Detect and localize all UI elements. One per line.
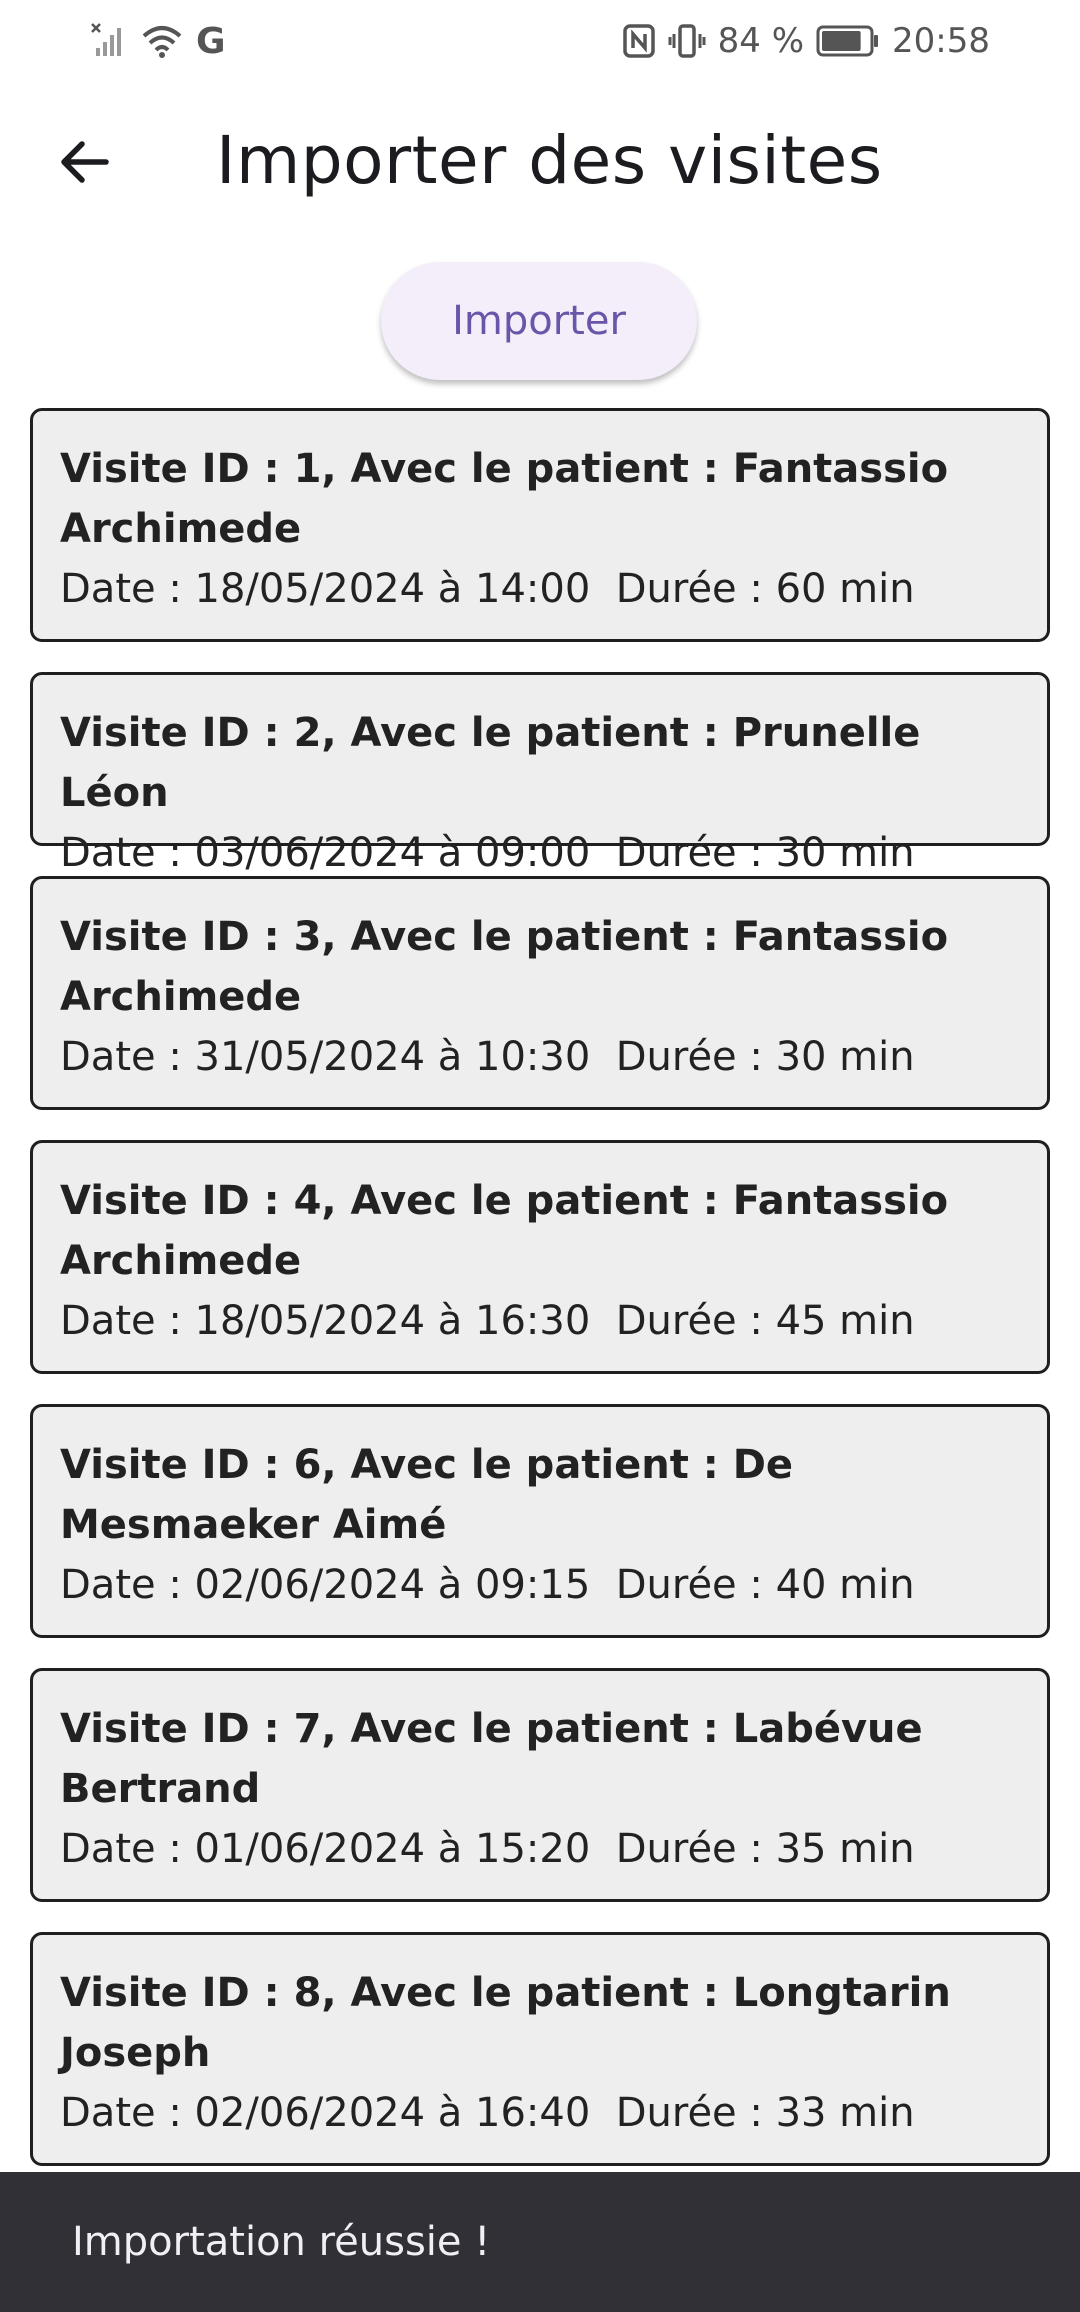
visit-card[interactable]: Visite ID : 1, Avec le patient : Fantass… bbox=[30, 408, 1050, 642]
visit-duration: Durée : 30 min bbox=[615, 830, 915, 876]
vibrate-icon bbox=[668, 22, 706, 60]
battery-percent: 84 % bbox=[717, 21, 805, 61]
back-button[interactable] bbox=[40, 120, 128, 208]
visit-date: Date : 31/05/2024 à 10:30 bbox=[60, 1034, 591, 1080]
visit-title: Visite ID : 3, Avec le patient : Fantass… bbox=[60, 914, 949, 1020]
page-title: Importer des visites bbox=[216, 122, 883, 199]
import-button[interactable]: Importer bbox=[381, 262, 697, 380]
visit-title: Visite ID : 4, Avec le patient : Fantass… bbox=[60, 1178, 949, 1284]
visit-date: Date : 01/06/2024 à 15:20 bbox=[60, 1826, 591, 1872]
visit-date: Date : 02/06/2024 à 09:15 bbox=[60, 1562, 591, 1608]
visit-title: Visite ID : 8, Avec le patient : Longtar… bbox=[60, 1970, 951, 2076]
network-type-label: G bbox=[196, 20, 226, 62]
visit-title: Visite ID : 2, Avec le patient : Prunell… bbox=[60, 710, 921, 816]
visit-card[interactable]: Visite ID : 7, Avec le patient : Labévue… bbox=[30, 1668, 1050, 1902]
visit-title: Visite ID : 7, Avec le patient : Labévue… bbox=[60, 1706, 923, 1812]
status-left: G bbox=[90, 21, 226, 62]
visit-duration: Durée : 35 min bbox=[615, 1826, 915, 1872]
visit-card[interactable]: Visite ID : 2, Avec le patient : Prunell… bbox=[30, 672, 1050, 876]
wifi-icon bbox=[140, 22, 184, 60]
visit-meta: Date : 03/06/2024 à 09:00 Durée : 30 min bbox=[60, 823, 1021, 883]
visit-title: Visite ID : 1, Avec le patient : Fantass… bbox=[60, 446, 949, 552]
nfc-icon bbox=[622, 22, 656, 60]
signal-off-icon bbox=[90, 22, 128, 60]
visit-meta: Date : 02/06/2024 à 16:40 Durée : 33 min bbox=[60, 2083, 1021, 2143]
visit-date: Date : 02/06/2024 à 16:40 bbox=[60, 2090, 591, 2136]
status-right: 84 % 20:58 bbox=[622, 21, 990, 61]
visit-date: Date : 18/05/2024 à 16:30 bbox=[60, 1298, 591, 1344]
status-bar: G 84 % 20:58 bbox=[0, 0, 1080, 82]
visit-title: Visite ID : 6, Avec le patient : De Mesm… bbox=[60, 1442, 794, 1548]
visit-card[interactable]: Visite ID : 6, Avec le patient : De Mesm… bbox=[30, 1404, 1050, 1638]
top-app-bar: Importer des visites bbox=[0, 82, 1080, 248]
visit-duration: Durée : 60 min bbox=[615, 566, 915, 612]
visit-duration: Durée : 30 min bbox=[615, 1034, 915, 1080]
arrow-back-icon bbox=[56, 134, 112, 194]
visit-meta: Date : 18/05/2024 à 14:00 Durée : 60 min bbox=[60, 559, 1021, 619]
visit-meta: Date : 01/06/2024 à 15:20 Durée : 35 min bbox=[60, 1819, 1021, 1879]
visit-duration: Durée : 40 min bbox=[615, 1562, 915, 1608]
visit-meta: Date : 31/05/2024 à 10:30 Durée : 30 min bbox=[60, 1027, 1021, 1087]
visit-date: Date : 03/06/2024 à 09:00 bbox=[60, 830, 591, 876]
visit-date: Date : 18/05/2024 à 14:00 bbox=[60, 566, 591, 612]
visit-card[interactable]: Visite ID : 4, Avec le patient : Fantass… bbox=[30, 1140, 1050, 1374]
visit-meta: Date : 02/06/2024 à 09:15 Durée : 40 min bbox=[60, 1555, 1021, 1615]
visit-duration: Durée : 33 min bbox=[615, 2090, 915, 2136]
clock: 20:58 bbox=[892, 21, 990, 61]
visit-card[interactable]: Visite ID : 3, Avec le patient : Fantass… bbox=[30, 876, 1050, 1110]
visit-meta: Date : 18/05/2024 à 16:30 Durée : 45 min bbox=[60, 1291, 1021, 1351]
snackbar: Importation réussie ! bbox=[0, 2172, 1080, 2312]
visit-card[interactable]: Visite ID : 8, Avec le patient : Longtar… bbox=[30, 1932, 1050, 2166]
visit-duration: Durée : 45 min bbox=[615, 1298, 915, 1344]
snackbar-message: Importation réussie ! bbox=[72, 2219, 491, 2265]
battery-icon bbox=[816, 24, 880, 58]
